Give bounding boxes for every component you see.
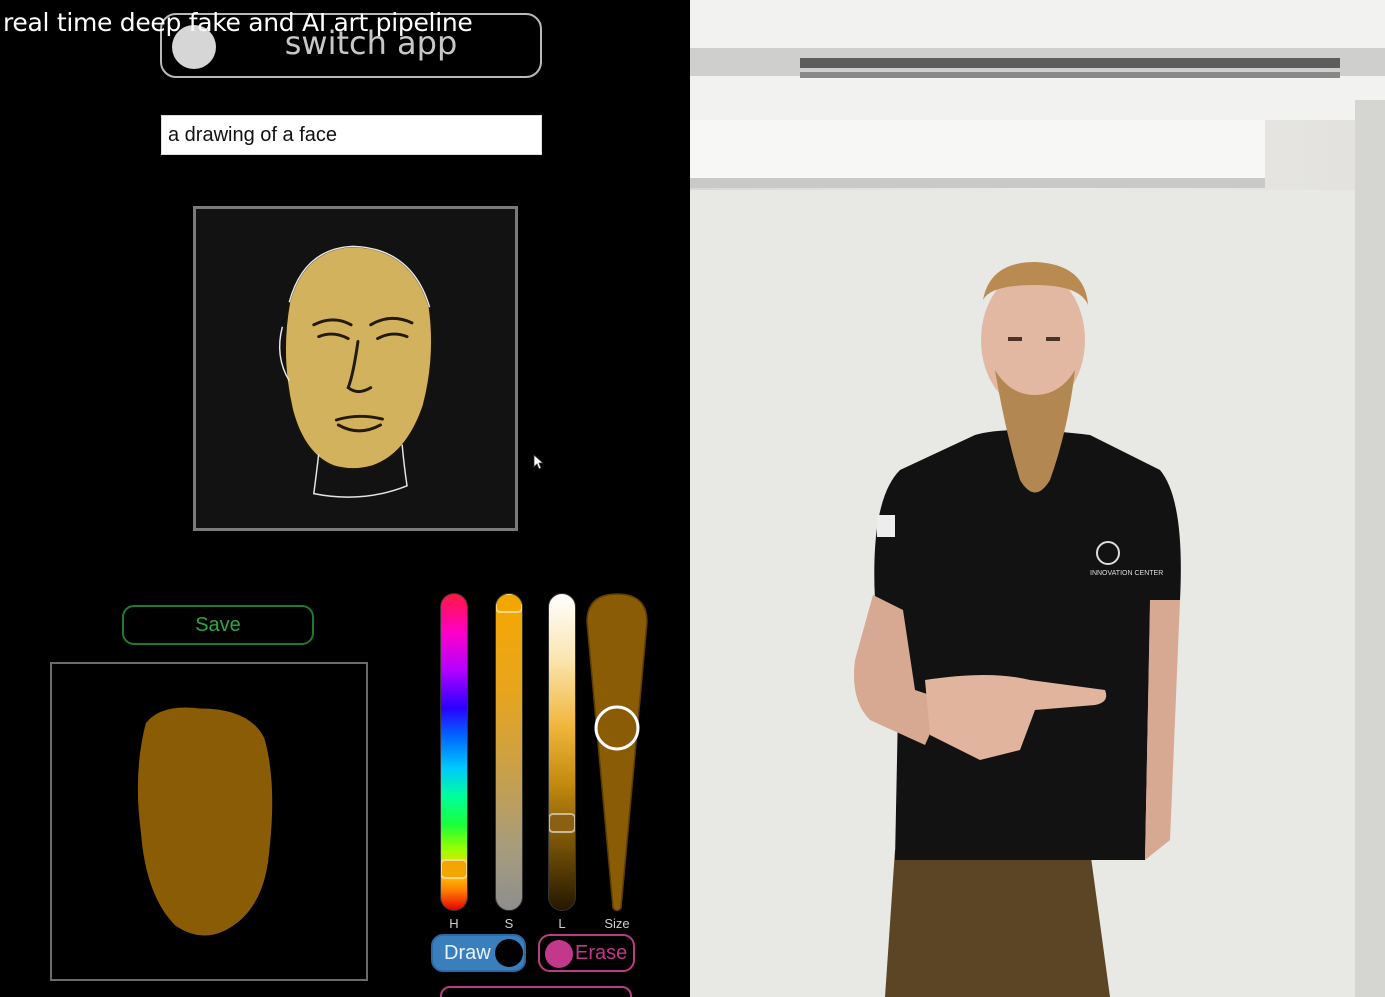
video-title: real time deep fake and AI art pipeline <box>3 8 473 37</box>
hue-slider[interactable] <box>440 593 468 911</box>
app-panel: real time deep fake and AI art pipeline … <box>0 0 690 997</box>
prompt-input[interactable] <box>161 115 542 155</box>
saturation-slider-thumb[interactable] <box>496 594 522 613</box>
draw-toggle-button[interactable]: Draw <box>431 934 526 972</box>
hue-slider-thumb[interactable] <box>441 859 467 879</box>
erase-toggle-knob <box>545 940 573 968</box>
save-button[interactable]: Save <box>122 605 314 645</box>
saturation-slider[interactable] <box>495 593 523 911</box>
size-slider[interactable] <box>585 592 649 914</box>
lightness-slider[interactable] <box>548 593 576 911</box>
erase-label: Erase <box>575 942 628 964</box>
lightness-slider-thumb[interactable] <box>549 813 575 833</box>
erase-toggle-button[interactable]: Erase <box>538 934 635 972</box>
mouse-cursor-icon <box>533 454 545 470</box>
generated-face-image <box>193 206 518 531</box>
draw-toggle-knob <box>495 939 523 967</box>
drawing-canvas[interactable] <box>50 662 368 981</box>
size-label: Size <box>604 916 630 931</box>
partial-button[interactable] <box>440 986 632 997</box>
saturation-label: S <box>504 916 514 931</box>
shirt-logo-text: INNOVATION CENTER <box>1090 570 1163 577</box>
webcam-feed: INNOVATION CENTER <box>690 0 1385 997</box>
hue-label: H <box>449 916 459 931</box>
lightness-label: L <box>558 916 566 931</box>
draw-label: Draw <box>444 942 491 964</box>
